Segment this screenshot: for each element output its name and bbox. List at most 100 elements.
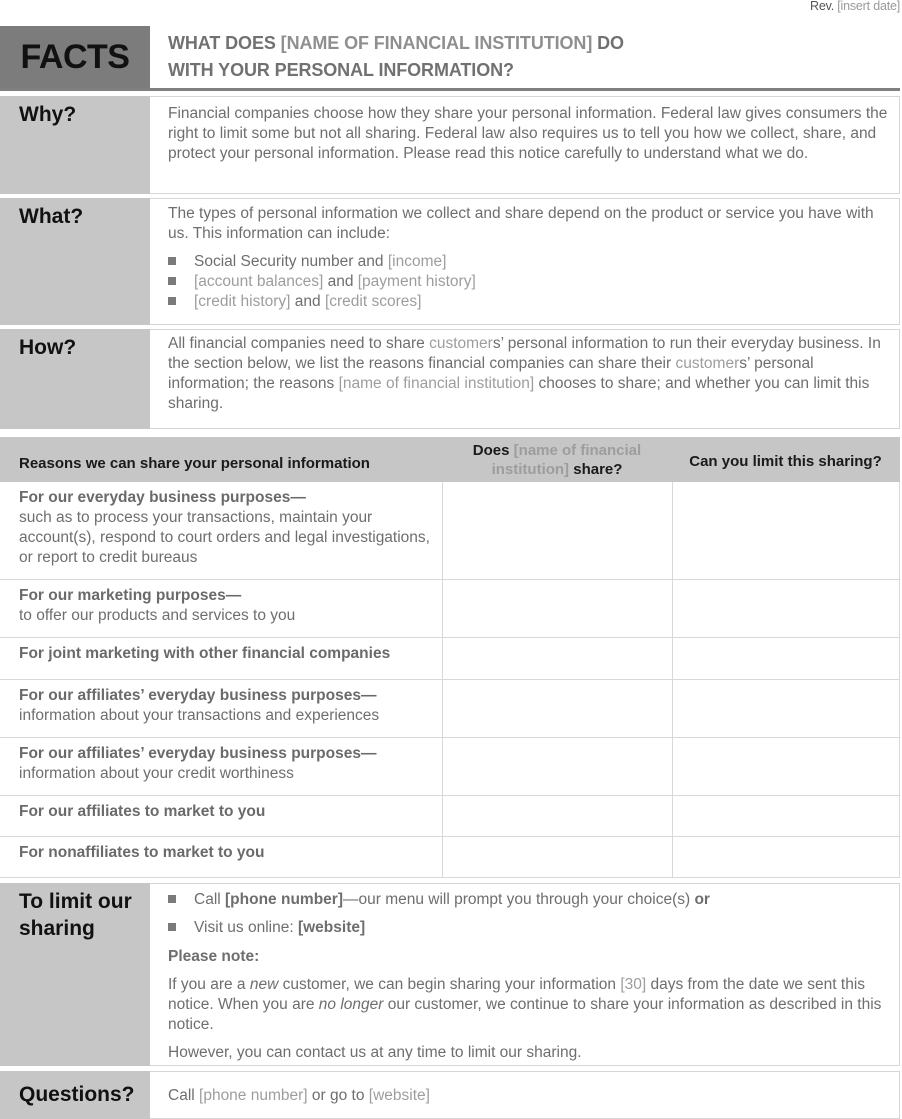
reason-detail: such as to process your transactions, ma…: [19, 509, 430, 566]
page-title: WHAT DOES [NAME OF FINANCIAL INSTITUTION…: [168, 30, 624, 84]
reason-heading: For our affiliates to market to you: [19, 803, 266, 820]
days-placeholder: [30]: [620, 976, 647, 993]
questions-label: Questions?: [19, 1083, 135, 1106]
col2-text: share?: [569, 460, 623, 478]
how-label-cell: How?: [0, 329, 150, 429]
bullet-square-icon: [168, 895, 176, 903]
table-row: For our affiliates’ everyday business pu…: [0, 738, 900, 796]
reason-heading: For our marketing purposes—: [19, 587, 242, 604]
how-text-part: All financial companies need to share: [168, 335, 430, 352]
how-body: All financial companies need to share cu…: [150, 329, 900, 429]
limit-bullet-call: Call [phone number]—our menu will prompt…: [168, 890, 710, 910]
title-text: WHAT DOES: [168, 33, 281, 53]
can-limit-cell[interactable]: [671, 580, 900, 637]
how-text: All financial companies need to share cu…: [168, 334, 891, 414]
table-row: For our marketing purposes— to offer our …: [0, 580, 900, 638]
reason-heading: For our affiliates’ everyday business pu…: [19, 745, 377, 762]
limit-body: Call [phone number]—our menu will prompt…: [150, 883, 900, 1066]
bullet-b: [income]: [387, 253, 447, 270]
website-placeholder[interactable]: [website]: [298, 919, 365, 936]
shares-cell[interactable]: [442, 837, 673, 877]
what-intro: The types of personal information we col…: [168, 205, 874, 242]
shares-cell[interactable]: [442, 680, 673, 737]
column-header-reasons: Reasons we can share your personal infor…: [19, 455, 370, 472]
reason-heading: For our everyday business purposes—: [19, 489, 306, 506]
shares-cell[interactable]: [442, 796, 673, 836]
limit-text: Call: [194, 891, 226, 908]
customer-placeholder: customer: [675, 355, 740, 372]
shares-cell[interactable]: [442, 482, 673, 579]
limit-bullet-website: Visit us online: [website]: [168, 918, 365, 938]
reason-cell: For joint marketing with other financial…: [19, 644, 430, 664]
reason-detail: information about your credit worthiness: [19, 765, 294, 782]
reason-cell: For our everyday business purposes— such …: [19, 488, 430, 568]
however-text: However, you can contact us at any time …: [168, 1044, 582, 1061]
table-row: For our affiliates to market to you: [0, 796, 900, 837]
bullet-join: and: [323, 273, 358, 290]
phone-number-placeholder[interactable]: [phone number]: [225, 891, 343, 908]
can-limit-cell[interactable]: [671, 796, 900, 836]
what-bullet: [account balances] and [payment history]: [168, 272, 476, 292]
limit-section: To limit our sharing Call [phone number]…: [0, 883, 900, 1066]
bullet-join: and: [353, 253, 388, 270]
reason-cell: For our marketing purposes— to offer our …: [19, 586, 430, 626]
can-limit-cell[interactable]: [671, 638, 900, 679]
questions-section: Questions? Call [phone number] or go to …: [0, 1071, 900, 1119]
bullet-square-icon: [168, 297, 176, 305]
shares-cell[interactable]: [442, 638, 673, 679]
reason-detail: information about your transactions and …: [19, 707, 380, 724]
website-placeholder[interactable]: [website]: [369, 1087, 430, 1104]
why-section: Why? Financial companies choose how they…: [0, 96, 900, 194]
header-divider: [0, 88, 900, 91]
table-row: For joint marketing with other financial…: [0, 638, 900, 680]
what-label: What?: [19, 205, 84, 228]
what-body: The types of personal information we col…: [150, 198, 900, 325]
reason-heading: For nonaffiliates to market to you: [19, 844, 265, 861]
can-limit-cell[interactable]: [671, 837, 900, 877]
can-limit-cell[interactable]: [671, 738, 900, 795]
bullet-a: Social Security number: [194, 253, 354, 270]
title-text: DO: [592, 33, 624, 53]
note-emphasis-no-longer: no longer: [318, 996, 384, 1013]
bullet-a: [credit history]: [194, 293, 291, 310]
reason-heading: For joint marketing with other financial…: [19, 645, 391, 662]
what-bullet: [credit history] and [credit scores]: [168, 292, 421, 312]
or-text: or: [694, 891, 710, 908]
what-section: What? The types of personal information …: [0, 198, 900, 325]
questions-label-cell: Questions?: [0, 1071, 150, 1119]
facts-badge: FACTS: [0, 26, 150, 88]
questions-text: Call [phone number] or go to [website]: [168, 1086, 891, 1106]
can-limit-cell[interactable]: [671, 680, 900, 737]
customer-placeholder: customer: [429, 335, 493, 352]
how-section: How? All financial companies need to sha…: [0, 329, 900, 429]
can-limit-cell[interactable]: [671, 482, 900, 579]
table-row: For nonaffiliates to market to you: [0, 837, 900, 878]
bullet-a: [account balances]: [194, 273, 324, 290]
shares-cell[interactable]: [442, 738, 673, 795]
bullet-square-icon: [168, 923, 176, 931]
limit-label: To limit our sharing: [19, 890, 132, 940]
bullet-b: [credit scores]: [324, 293, 422, 310]
shares-cell[interactable]: [442, 580, 673, 637]
rev-date-placeholder: [insert date]: [837, 0, 900, 13]
reason-cell: For our affiliates’ everyday business pu…: [19, 686, 430, 726]
phone-number-placeholder[interactable]: [phone number]: [199, 1087, 308, 1104]
note-emphasis-new: new: [249, 976, 279, 993]
note-text: If you are a: [168, 976, 250, 993]
why-text: Financial companies choose how they shar…: [168, 105, 888, 162]
table-header: Reasons we can share your personal infor…: [0, 437, 900, 482]
column-header-can-limit: Can you limit this sharing?: [689, 453, 882, 470]
limit-text: —our menu will prompt you through your c…: [342, 891, 695, 908]
reason-detail: to offer our products and services to yo…: [19, 607, 296, 624]
how-label: How?: [19, 336, 77, 359]
institution-name-placeholder: [name of financial institution]: [338, 375, 535, 392]
why-body: Financial companies choose how they shar…: [150, 96, 900, 194]
bullet-square-icon: [168, 257, 176, 265]
note-text: customer, we can begin sharing your info…: [278, 976, 621, 993]
institution-name-placeholder: [NAME OF FINANCIAL INSTITUTION]: [280, 33, 593, 53]
reason-cell: For our affiliates’ everyday business pu…: [19, 744, 430, 784]
bullet-b: [payment history]: [357, 273, 476, 290]
revision-date: Rev. [insert date]: [810, 0, 900, 13]
reason-cell: For our affiliates to market to you: [19, 802, 430, 822]
why-label: Why?: [19, 103, 77, 126]
